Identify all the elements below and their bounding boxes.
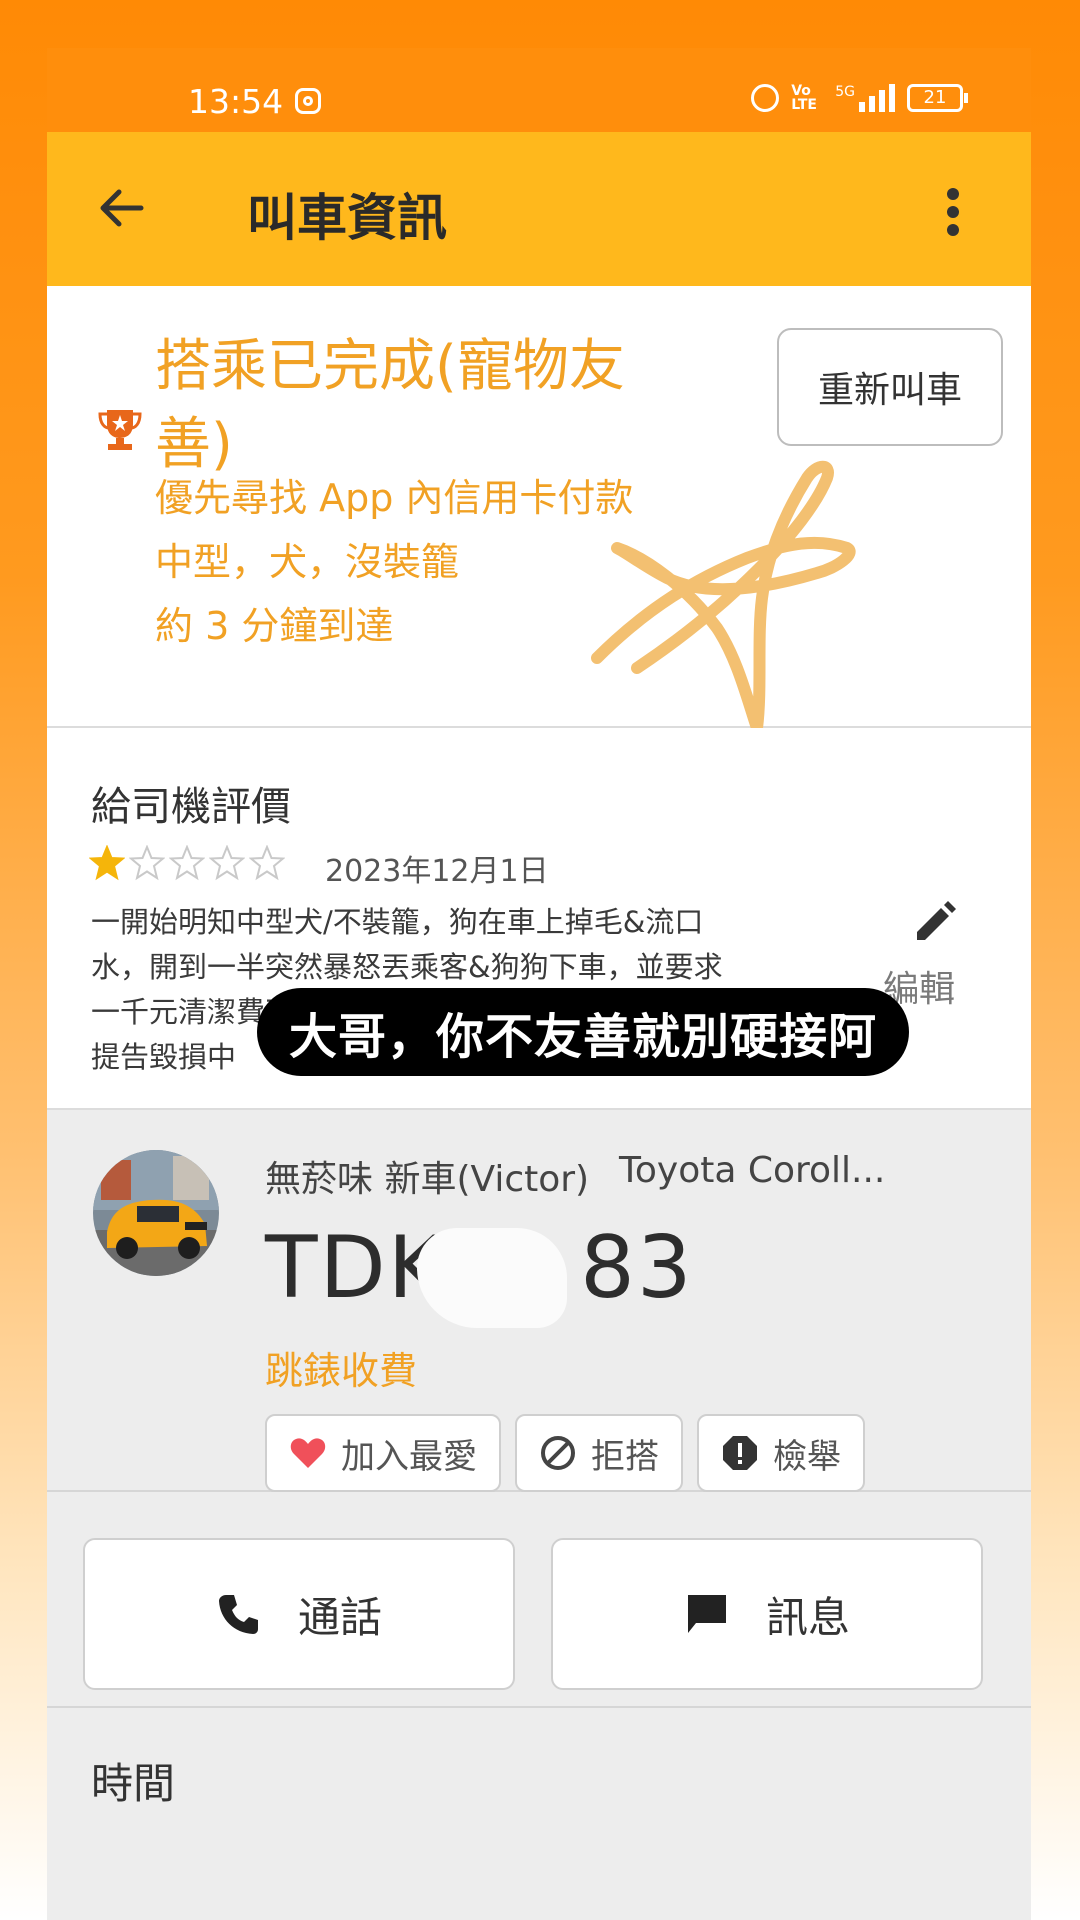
trophy-icon	[98, 410, 142, 450]
phone-screen: 13:54 Vo LTE 5G 21 叫車資訊 搭乘已完成(寵物友善) 優先尋找…	[47, 48, 1031, 1920]
driver-section: 無菸味 新車(Victor) Toyota Coroll... TDK- 83 跳…	[47, 1110, 1031, 1492]
signal-icon	[859, 84, 895, 112]
status-time: 13:54	[188, 82, 284, 121]
car-model: Toyota Coroll...	[619, 1150, 886, 1191]
favorite-label: 加入最愛	[341, 1436, 477, 1477]
report-label: 檢舉	[773, 1436, 841, 1477]
favorite-button[interactable]: 加入最愛	[265, 1414, 501, 1492]
message-button[interactable]: 訊息	[551, 1538, 983, 1690]
star-empty-icon	[209, 845, 245, 881]
fare-type: 跳錶收費	[265, 1349, 418, 1393]
driver-actions: 加入最愛 拒搭 檢舉	[265, 1414, 865, 1492]
eta: 約 3 分鐘到達	[155, 604, 394, 648]
time-heading: 時間	[91, 1759, 176, 1808]
block-button[interactable]: 拒搭	[515, 1414, 683, 1492]
review-date: 2023年12月1日	[325, 854, 549, 889]
block-icon	[541, 1436, 575, 1470]
report-button[interactable]: 檢舉	[697, 1414, 865, 1492]
contact-section: 通話 訊息	[47, 1492, 1031, 1708]
back-arrow-icon[interactable]	[97, 188, 145, 228]
edit-icon[interactable]	[913, 900, 957, 944]
page-title: 叫車資訊	[247, 189, 447, 247]
review-heading: 給司機評價	[91, 784, 291, 830]
plate-suffix: 83	[580, 1218, 694, 1318]
trip-status-title: 搭乘已完成(寵物友善)	[155, 334, 625, 477]
status-bar: 13:54 Vo LTE 5G 21	[47, 48, 1031, 132]
message-icon	[687, 1595, 726, 1633]
alarm-icon	[751, 84, 780, 112]
trip-details: 優先尋找 App 內信用卡付款 中型，犬，沒裝籠 約 3 分鐘到達	[155, 466, 633, 658]
star-filled-icon	[89, 845, 125, 881]
instagram-icon	[295, 88, 321, 114]
trip-status-card: 搭乘已完成(寵物友善) 優先尋找 App 內信用卡付款 中型，犬，沒裝籠 約 3…	[47, 286, 1031, 728]
call-label: 通話	[297, 1592, 382, 1642]
network-type: 5G	[835, 84, 855, 100]
block-label: 拒搭	[591, 1436, 659, 1477]
star-empty-icon	[249, 845, 285, 881]
status-icons: Vo LTE 5G 21	[751, 83, 968, 113]
payment-preference: 優先尋找 App 內信用卡付款	[155, 476, 634, 520]
pet-info: 中型，犬，沒裝籠	[155, 540, 460, 584]
battery-icon: 21	[907, 84, 968, 112]
call-button[interactable]: 通話	[83, 1538, 515, 1690]
phone-icon	[218, 1595, 258, 1634]
star-empty-icon	[129, 845, 165, 881]
overlay-caption: 大哥，你不友善就別硬接阿	[257, 988, 909, 1076]
plate-redaction	[417, 1228, 567, 1328]
driver-avatar	[93, 1150, 219, 1276]
volte-icon: Vo LTE	[791, 83, 817, 113]
message-label: 訊息	[765, 1592, 850, 1642]
battery-level: 21	[923, 87, 947, 108]
rating-stars	[89, 845, 285, 881]
driver-name: 無菸味 新車(Victor)	[265, 1159, 590, 1200]
time-section: 時間	[47, 1708, 1031, 1920]
rebook-button[interactable]: 重新叫車	[777, 328, 1003, 446]
star-empty-icon	[169, 845, 205, 881]
heart-icon	[290, 1438, 326, 1468]
more-options-icon[interactable]	[947, 188, 961, 236]
report-icon	[723, 1436, 757, 1470]
app-bar: 叫車資訊	[47, 132, 1031, 286]
